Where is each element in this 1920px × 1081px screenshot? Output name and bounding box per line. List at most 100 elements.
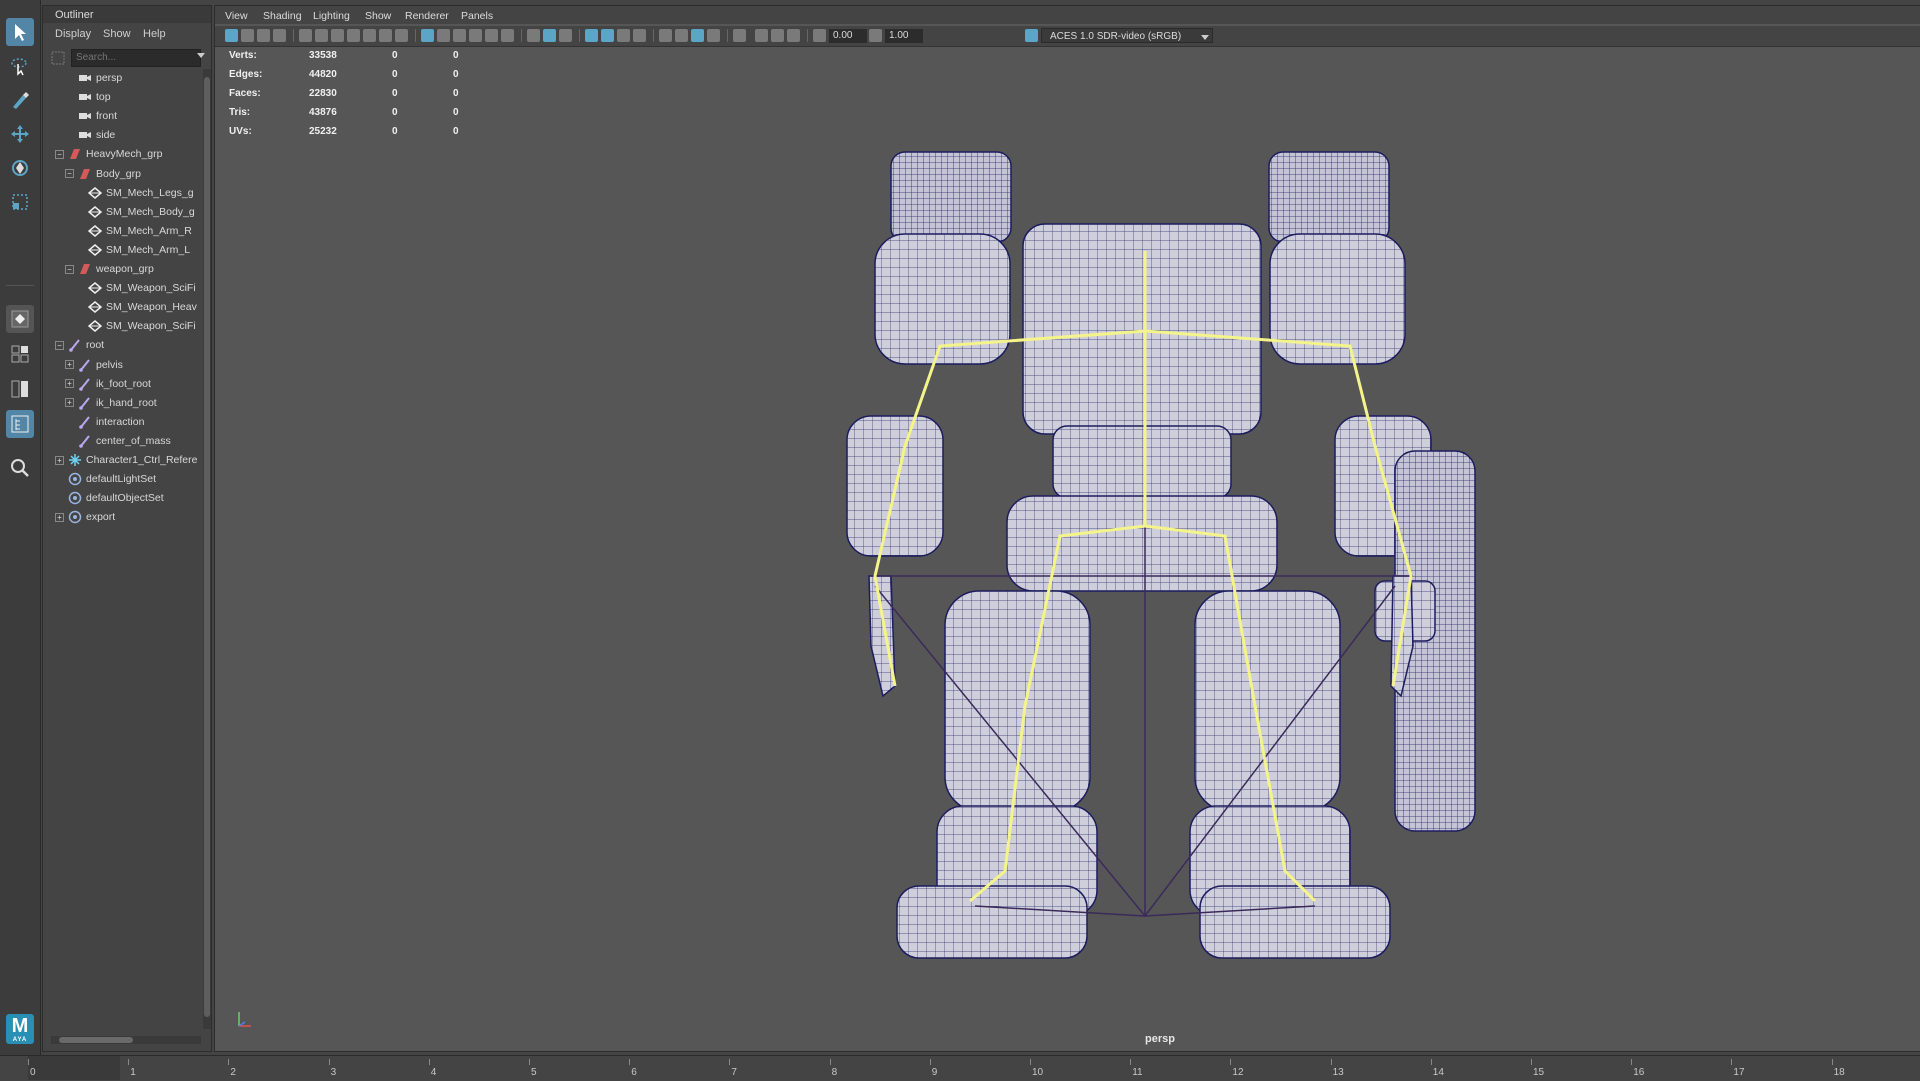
expand-icon[interactable]: + bbox=[65, 360, 74, 369]
expand-icon[interactable]: + bbox=[55, 512, 64, 522]
expand-icon[interactable]: + bbox=[65, 398, 74, 408]
move-tool-icon[interactable] bbox=[6, 120, 34, 148]
display-layer-icon[interactable] bbox=[755, 29, 768, 42]
grid-icon[interactable] bbox=[421, 29, 434, 42]
viewport-menu-show[interactable]: Show bbox=[365, 10, 391, 22]
single-perspective-layout-icon[interactable] bbox=[6, 305, 34, 333]
film-gate-icon[interactable] bbox=[315, 29, 328, 42]
anti-aliasing-icon[interactable] bbox=[659, 29, 672, 42]
search-filter-icon[interactable] bbox=[51, 51, 65, 65]
viewport-menu-shading[interactable]: Shading bbox=[263, 10, 302, 22]
two-view-layout-icon[interactable] bbox=[6, 375, 34, 403]
smooth-shade-icon[interactable] bbox=[453, 29, 466, 42]
camera-icon[interactable] bbox=[299, 29, 312, 42]
depth-of-field-icon[interactable] bbox=[675, 29, 688, 42]
time-slider[interactable]: 0 1 2 3 4 5 6 7 8 9 10 11 12 13 14 15 16 17 18 bbox=[0, 1055, 1920, 1081]
search-input[interactable] bbox=[72, 50, 180, 65]
exposure-field[interactable]: 0.00 bbox=[829, 29, 867, 43]
outliner-layout-icon[interactable] bbox=[6, 410, 34, 438]
outliner-item[interactable]: defaultObjectSet bbox=[55, 489, 164, 507]
outliner-item[interactable]: SM_Mech_Body_g bbox=[75, 203, 195, 221]
outliner-item[interactable]: − HeavyMech_grp bbox=[55, 145, 162, 163]
image-plane-icon[interactable] bbox=[273, 29, 286, 42]
viewport-menu-view[interactable]: View bbox=[225, 10, 248, 22]
select-tool-icon[interactable] bbox=[6, 18, 34, 46]
outliner-search-field[interactable] bbox=[71, 49, 201, 67]
view-transform-icon[interactable] bbox=[1025, 29, 1038, 42]
bookmark-icon[interactable] bbox=[257, 29, 270, 42]
viewport-menu-renderer[interactable]: Renderer bbox=[405, 10, 449, 22]
outliner-item[interactable]: center_of_mass bbox=[65, 432, 171, 450]
default-material-icon[interactable] bbox=[469, 29, 482, 42]
scale-tool-icon[interactable] bbox=[6, 188, 34, 216]
outliner-menu-display[interactable]: Display bbox=[55, 28, 91, 40]
chevron-down-icon[interactable] bbox=[1201, 35, 1209, 40]
paint-select-tool-icon[interactable] bbox=[6, 86, 34, 114]
xray-icon[interactable] bbox=[543, 29, 556, 42]
outliner-item[interactable]: interaction bbox=[65, 413, 144, 431]
gamma-field[interactable]: 1.00 bbox=[885, 29, 923, 43]
expand-icon[interactable]: + bbox=[65, 379, 74, 389]
mech-model-render[interactable] bbox=[215, 6, 1920, 1051]
outliner-item[interactable]: SM_Mech_Arm_R bbox=[75, 222, 192, 240]
ui-icon[interactable] bbox=[707, 29, 720, 42]
motion-blur-icon[interactable] bbox=[633, 29, 646, 42]
outliner-item[interactable]: front bbox=[65, 107, 117, 125]
rotate-tool-icon[interactable] bbox=[6, 154, 34, 182]
gamma-icon[interactable] bbox=[869, 29, 882, 42]
collapse-icon[interactable]: − bbox=[55, 340, 64, 350]
outliner-item[interactable]: defaultLightSet bbox=[55, 470, 156, 488]
outliner-item[interactable]: + ik_hand_root bbox=[65, 394, 157, 412]
isolate-select-icon[interactable] bbox=[527, 29, 540, 42]
expand-icon[interactable]: + bbox=[55, 455, 64, 465]
outliner-item[interactable]: − weapon_grp bbox=[65, 260, 154, 278]
color-management-icon[interactable] bbox=[787, 29, 800, 42]
outliner-item[interactable]: persp bbox=[65, 69, 122, 87]
outliner-item[interactable]: SM_Weapon_SciFi bbox=[75, 317, 196, 335]
screen-space-ao-icon[interactable] bbox=[601, 29, 614, 42]
lasso-tool-icon[interactable] bbox=[6, 52, 34, 80]
viewport-fit-icon[interactable] bbox=[771, 29, 784, 42]
search-icon[interactable] bbox=[6, 454, 34, 482]
outliner-vertical-scrollbar[interactable] bbox=[203, 69, 211, 1029]
pointer-icon[interactable] bbox=[733, 29, 746, 42]
viewport-menu-lighting[interactable]: Lighting bbox=[313, 10, 350, 22]
xray-joints-icon[interactable] bbox=[559, 29, 572, 42]
resolution-gate-icon[interactable] bbox=[331, 29, 344, 42]
four-view-layout-icon[interactable] bbox=[6, 340, 34, 368]
select-camera-icon[interactable] bbox=[225, 29, 238, 42]
outliner-item[interactable]: − Body_grp bbox=[65, 165, 141, 183]
wireframe-on-shaded-icon[interactable] bbox=[485, 29, 498, 42]
field-chart-icon[interactable] bbox=[363, 29, 376, 42]
viewport-panel[interactable]: View Shading Lighting Show Renderer Pane… bbox=[214, 5, 1920, 1052]
outliner-item[interactable]: − root bbox=[55, 336, 104, 354]
chevron-down-icon[interactable] bbox=[197, 53, 205, 58]
safe-title-icon[interactable] bbox=[395, 29, 408, 42]
safe-action-icon[interactable] bbox=[379, 29, 392, 42]
outliner-item[interactable]: SM_Mech_Arm_L bbox=[75, 241, 190, 259]
viewport-menu-panels[interactable]: Panels bbox=[461, 10, 493, 22]
gate-mask-icon[interactable] bbox=[347, 29, 360, 42]
outliner-item[interactable]: SM_Weapon_SciFi bbox=[75, 279, 196, 297]
textured-icon[interactable] bbox=[501, 29, 514, 42]
outliner-item[interactable]: + export bbox=[55, 508, 115, 526]
outliner-item[interactable]: + Character1_Ctrl_Refere bbox=[55, 451, 197, 469]
outliner-item[interactable]: SM_Weapon_Heav bbox=[75, 298, 197, 316]
outliner-menu-help[interactable]: Help bbox=[143, 28, 166, 40]
outliner-item[interactable]: side bbox=[65, 126, 115, 144]
camera-attributes-icon[interactable] bbox=[241, 29, 254, 42]
outliner-menu-show[interactable]: Show bbox=[103, 28, 131, 40]
outliner-horizontal-scrollbar[interactable] bbox=[51, 1036, 201, 1044]
color-space-select[interactable]: ACES 1.0 SDR-video (sRGB) bbox=[1041, 28, 1213, 43]
lights-icon[interactable] bbox=[617, 29, 630, 42]
outliner-item[interactable]: top bbox=[65, 88, 111, 106]
outliner-item[interactable]: SM_Mech_Legs_g bbox=[75, 184, 194, 202]
wireframe-icon[interactable] bbox=[437, 29, 450, 42]
shadows-icon[interactable] bbox=[585, 29, 598, 42]
outliner-item[interactable]: + ik_foot_root bbox=[65, 375, 151, 393]
collapse-icon[interactable]: − bbox=[65, 169, 74, 178]
collapse-icon[interactable]: − bbox=[55, 149, 64, 159]
hud-icon[interactable] bbox=[691, 29, 704, 42]
exposure-icon[interactable] bbox=[813, 29, 826, 42]
outliner-item[interactable]: + pelvis bbox=[65, 356, 123, 374]
